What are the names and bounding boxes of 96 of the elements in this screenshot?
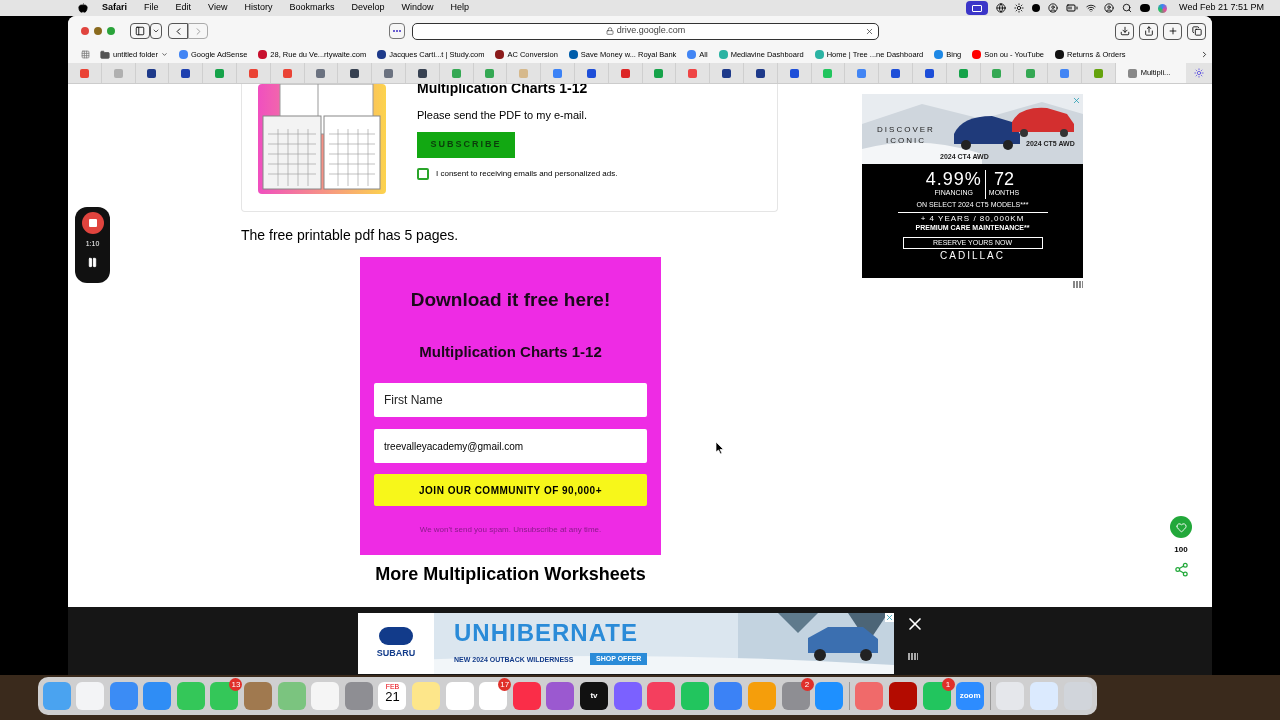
dots-icon[interactable] [1032, 4, 1041, 12]
siri-icon[interactable] [1158, 3, 1168, 13]
app-icon[interactable] [613, 682, 642, 710]
join-button[interactable]: JOIN OUR COMMUNITY OF 90,000+ [374, 474, 647, 506]
back-button[interactable] [168, 23, 188, 39]
grid-icon[interactable] [81, 50, 90, 59]
tab-overview-button[interactable] [1187, 22, 1206, 40]
menu-clock[interactable]: Wed Feb 21 7:51 PM [1179, 1, 1264, 15]
downloads-button[interactable] [1115, 22, 1134, 40]
tab-menu-button[interactable] [150, 23, 162, 39]
menu-item[interactable]: Window [401, 1, 434, 15]
share-icon[interactable] [1173, 562, 1189, 577]
paragraph: The free printable pdf has 5 pages. [241, 228, 460, 242]
ad-headline: UNHIBERNATE [454, 621, 638, 645]
sidebar-button[interactable] [130, 23, 150, 39]
lock-icon [605, 27, 614, 35]
account-icon[interactable] [1104, 3, 1115, 13]
download-title: Download it free here! [410, 288, 611, 312]
ad-headline: DISCOVER ICONIC [876, 124, 936, 146]
globe-icon[interactable] [996, 3, 1007, 13]
app-icon[interactable] [512, 682, 541, 710]
chevron-icon [161, 51, 169, 58]
sidebar-icon [135, 26, 145, 36]
email-field[interactable]: treevalleyacademy@gmail.com [374, 429, 647, 463]
app-icon[interactable] [143, 682, 172, 710]
app-icon[interactable] [855, 682, 884, 710]
menu-item[interactable]: History [244, 1, 273, 15]
app-icon[interactable] [344, 682, 373, 710]
ad-brand: SUBARU [376, 646, 416, 660]
download-subtitle: Multiplication Charts 1-12 [419, 341, 602, 362]
app-icon[interactable] [815, 682, 844, 710]
app-icon[interactable] [109, 682, 138, 710]
notification-badge: 13 [229, 678, 243, 691]
notification-badge: 2 [800, 678, 814, 691]
heart-icon [1175, 521, 1187, 533]
close-window-button[interactable] [81, 27, 89, 35]
app-icon[interactable] [714, 682, 743, 710]
app-icon[interactable] [647, 682, 676, 710]
app-icon[interactable] [888, 682, 917, 710]
address-field[interactable]: drive.google.com [412, 22, 879, 40]
more-bookmarks-icon[interactable] [1200, 50, 1209, 59]
clear-icon[interactable] [865, 26, 874, 36]
favorite-button[interactable] [1170, 516, 1192, 538]
first-name-field[interactable]: First Name [374, 383, 647, 417]
share-icon [1143, 26, 1154, 36]
consent-checkbox[interactable] [417, 167, 429, 180]
menu-item[interactable]: File [144, 1, 159, 15]
rate-text: 4.99% [925, 170, 982, 188]
term-text: 72 [994, 170, 1015, 188]
app-icon[interactable]: tv [580, 682, 608, 710]
menu-item[interactable]: Develop [351, 1, 385, 15]
ad-network-icon [908, 653, 918, 660]
subscribe-button[interactable]: SUBSCRIBE [417, 131, 515, 158]
menu-item[interactable]: View [208, 1, 228, 15]
sun-icon [1193, 68, 1204, 78]
chevron-icon [152, 27, 160, 35]
maximize-window-button[interactable] [107, 27, 115, 35]
search-icon[interactable] [1122, 3, 1133, 13]
notification-badge: 1 [941, 678, 955, 691]
extensions-button[interactable] [389, 23, 405, 39]
consent-label: I consent to receiving emails and personalized ads. [436, 167, 618, 180]
apple-icon[interactable] [78, 3, 88, 13]
app-icon[interactable] [244, 682, 273, 710]
address-text: drive.google.com [616, 24, 686, 38]
battery-icon[interactable] [1066, 2, 1079, 14]
spam-note: We won't send you spam. Unsubscribe at any time. [419, 524, 602, 536]
pause-icon[interactable] [87, 256, 98, 268]
new-tab-button[interactable] [1163, 22, 1182, 40]
ad-brand: CADILLAC [940, 250, 1005, 261]
screen-share-icon[interactable] [966, 1, 989, 15]
section-heading: More Multiplication Worksheets [374, 563, 647, 586]
control-center-icon[interactable] [1140, 4, 1151, 12]
app-icon[interactable] [546, 682, 575, 710]
user-icon[interactable] [1048, 3, 1059, 13]
calendar-day: 21 [385, 690, 400, 703]
notification-badge: 17 [498, 678, 512, 691]
menu-app-name[interactable]: Safari [102, 1, 127, 15]
ad-network-icon [1073, 281, 1083, 288]
close-ad-icon[interactable] [1072, 96, 1081, 105]
tab-favicon [1127, 68, 1137, 78]
menu-item[interactable]: Edit [175, 1, 192, 15]
sun-icon[interactable] [1014, 3, 1025, 13]
download-icon [1119, 26, 1130, 36]
share-button[interactable] [1139, 22, 1158, 40]
tabs-icon [1191, 26, 1202, 36]
menu-item[interactable]: Help [450, 1, 469, 15]
offer-text: + 4 YEARS / 80,000KM [920, 215, 1025, 223]
pointer-icon [716, 442, 724, 454]
card-text: Please send the PDF to my e-mail. [417, 108, 588, 123]
wifi-icon[interactable] [1086, 3, 1097, 13]
menu-item[interactable]: Bookmarks [289, 1, 335, 15]
plus-icon [1167, 26, 1178, 36]
close-ad-icon[interactable] [885, 613, 894, 622]
stop-button[interactable] [81, 212, 104, 234]
share-count: 100 [1174, 544, 1188, 556]
minimize-window-button[interactable] [94, 27, 102, 35]
